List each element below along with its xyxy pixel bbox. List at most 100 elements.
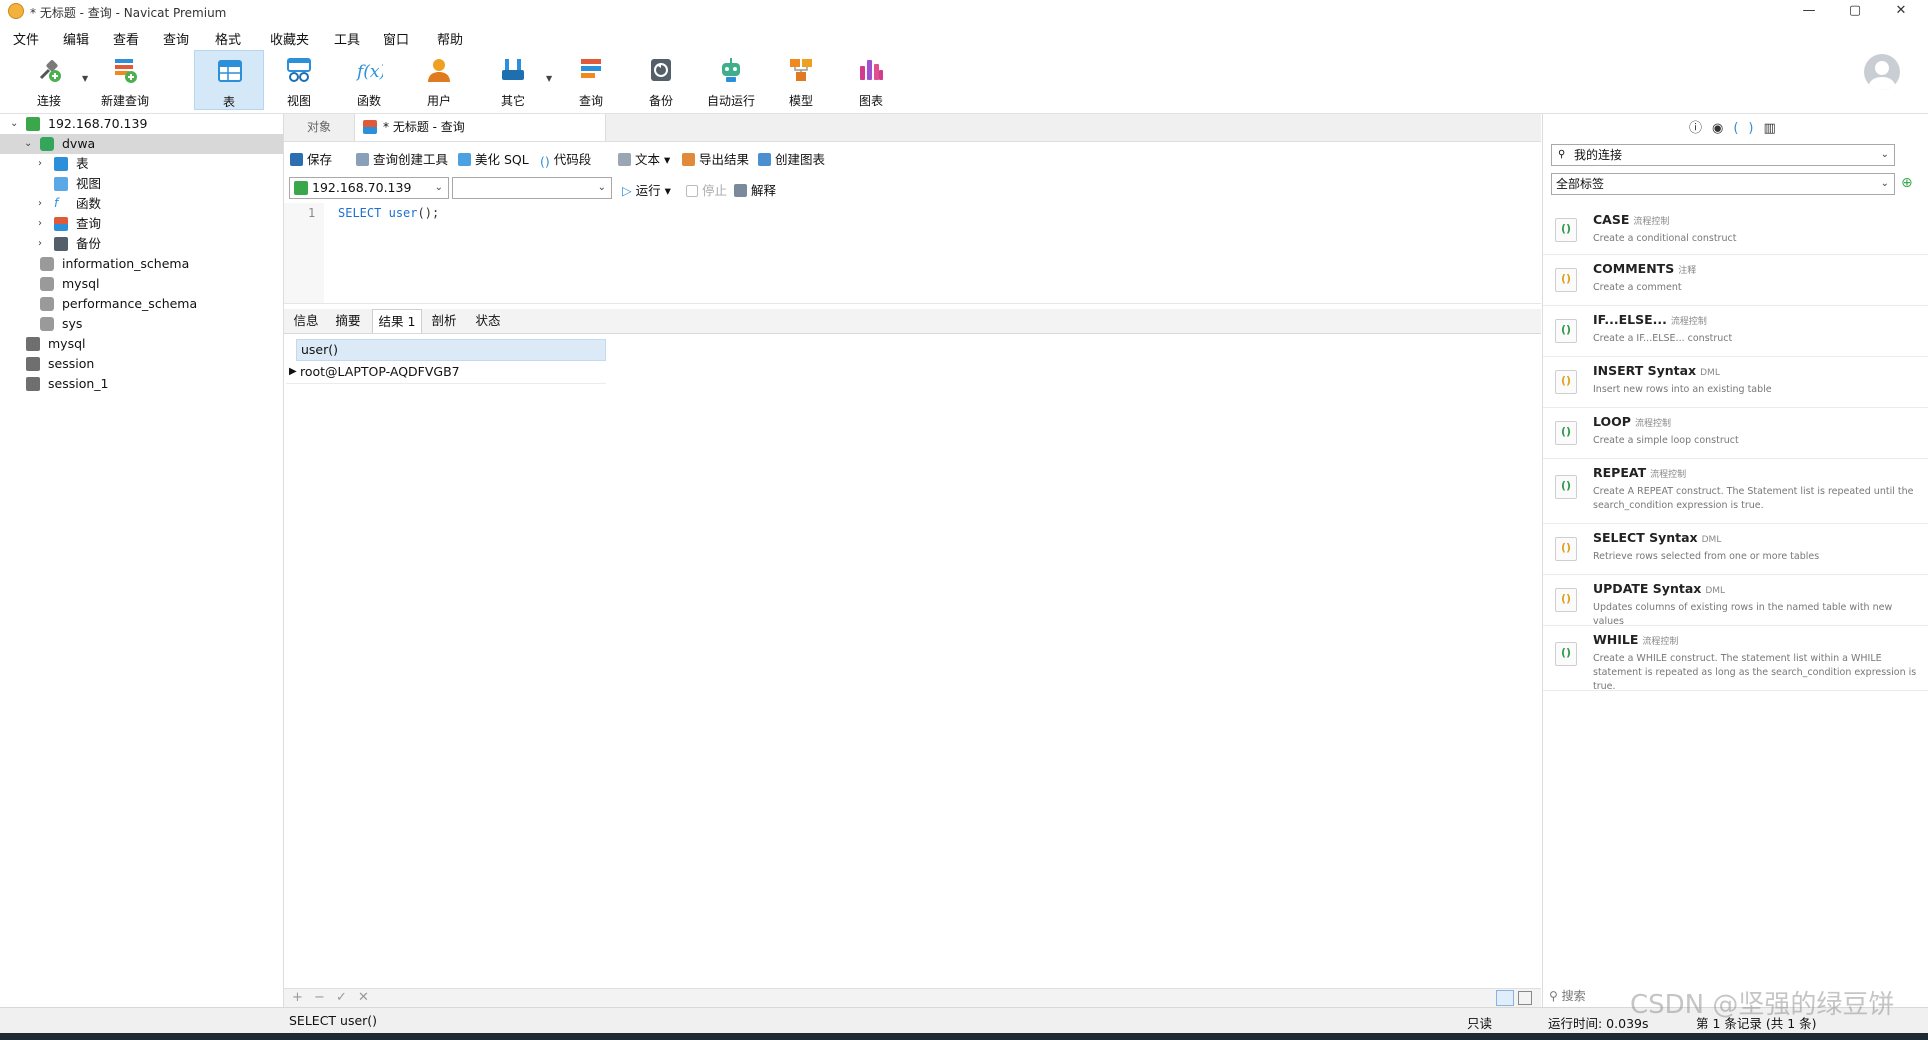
tree-label: 备份 <box>76 236 102 251</box>
minimize-button[interactable]: — <box>1786 0 1832 23</box>
menu-favorites[interactable]: 收藏夹 <box>270 29 309 48</box>
toolbar-function-button[interactable]: f(x) 函数 <box>334 50 404 110</box>
tree-db-dvwa[interactable]: ⌄ dvwa <box>0 134 283 154</box>
query-builder-button[interactable]: 查询创建工具 <box>356 149 448 168</box>
toolbar-model-button[interactable]: 模型 <box>766 50 836 110</box>
snippet-connection-select[interactable]: ⚲ 我的连接 ⌄ <box>1551 144 1895 166</box>
snippet-item-insert[interactable]: () INSERT Syntax DML Insert new rows into… <box>1543 357 1928 408</box>
snippet-tag-select[interactable]: 全部标签 ⌄ <box>1551 173 1895 195</box>
snippet-icon: () <box>1555 642 1577 666</box>
add-tag-icon[interactable]: ⊕ <box>1901 175 1913 191</box>
menu-query[interactable]: 查询 <box>163 29 189 48</box>
snippet-search[interactable]: ⚲ 搜索 <box>1549 987 1586 1004</box>
menu-format[interactable]: 格式 <box>215 29 241 48</box>
tree-connection-session[interactable]: session <box>0 354 283 374</box>
discard-button[interactable]: ✕ <box>358 990 369 1005</box>
tree-item-backups[interactable]: › 备份 <box>0 234 283 254</box>
tab-untitled-query[interactable]: * 无标题 - 查询 <box>354 114 606 141</box>
stop-button[interactable]: 停止 <box>686 180 727 199</box>
chevron-down-icon: ⌄ <box>1880 149 1889 160</box>
form-view-icon[interactable] <box>1518 991 1532 1005</box>
toolbar-new-query-button[interactable]: 新建查询 <box>90 50 160 110</box>
menu-view[interactable]: 查看 <box>113 29 139 48</box>
tree-db-sys[interactable]: sys <box>0 314 283 334</box>
beautify-sql-button[interactable]: 美化 SQL <box>458 149 529 168</box>
collapsed-chevron-icon[interactable]: › <box>38 154 42 174</box>
close-button[interactable]: ✕ <box>1878 0 1924 23</box>
tree-db-information-schema[interactable]: information_schema <box>0 254 283 274</box>
snippet-item-comments[interactable]: () COMMENTS 注释 Create a comment <box>1543 255 1928 306</box>
delete-row-button[interactable]: − <box>314 990 325 1005</box>
toolbar-user-button[interactable]: 用户 <box>404 50 474 110</box>
snippet-tag: 流程控制 <box>1634 419 1671 429</box>
user-avatar[interactable] <box>1864 54 1900 90</box>
sql-editor[interactable]: 1 SELECT user(); <box>284 203 1541 304</box>
connection-select[interactable]: 192.168.70.139 ⌄ <box>289 177 449 199</box>
other-dropdown-icon[interactable]: ▼ <box>546 74 552 83</box>
collapsed-chevron-icon[interactable]: › <box>38 214 42 234</box>
table-row[interactable]: ▶ root@LAPTOP-AQDFVGB7 <box>286 361 606 384</box>
toolbar-other-button[interactable]: 其它 <box>478 50 548 110</box>
grid-view-icon[interactable] <box>1496 990 1514 1006</box>
braces-icon[interactable]: () <box>1733 121 1763 136</box>
snippet-icon: () <box>1555 370 1577 394</box>
toolbar-backup-label: 备份 <box>648 94 673 108</box>
tab-info[interactable]: 信息 <box>288 309 324 333</box>
tree-connection-session-1[interactable]: session_1 <box>0 374 283 394</box>
columns-icon[interactable]: ▥ <box>1764 121 1786 136</box>
add-row-button[interactable]: + <box>292 990 303 1005</box>
tree-item-views[interactable]: 视图 <box>0 174 283 194</box>
snippet-item-while[interactable]: () WHILE 流程控制 Create a WHILE construct. T… <box>1543 626 1928 692</box>
menu-help[interactable]: 帮助 <box>437 29 463 48</box>
snippet-item-loop[interactable]: () LOOP 流程控制 Create a simple loop constru… <box>1543 408 1928 459</box>
explain-button[interactable]: 解释 <box>734 180 776 199</box>
toolbar-automation-button[interactable]: 自动运行 <box>696 50 766 110</box>
create-chart-button[interactable]: 创建图表 <box>758 149 825 168</box>
save-button[interactable]: 保存 <box>290 149 332 168</box>
toolbar-view-button[interactable]: 视图 <box>264 50 334 110</box>
preview-icon[interactable]: ◉ <box>1712 121 1733 136</box>
tab-status[interactable]: 状态 <box>466 309 510 333</box>
collapsed-chevron-icon[interactable]: › <box>38 234 42 254</box>
menu-tools[interactable]: 工具 <box>334 29 360 48</box>
export-results-button[interactable]: 导出结果 <box>682 149 749 168</box>
snippet-item-if-else[interactable]: () IF...ELSE... 流程控制 Create a IF...ELSE..… <box>1543 306 1928 357</box>
expanded-chevron-icon[interactable]: ⌄ <box>24 134 32 154</box>
menu-window[interactable]: 窗口 <box>383 29 409 48</box>
expanded-chevron-icon[interactable]: ⌄ <box>10 114 18 134</box>
tree-db-performance-schema[interactable]: performance_schema <box>0 294 283 314</box>
tab-result-1[interactable]: 结果 1 <box>372 309 422 333</box>
menu-edit[interactable]: 编辑 <box>63 29 89 48</box>
snippet-item-case[interactable]: () CASE 流程控制 Create a conditional constru… <box>1543 206 1928 255</box>
tree-connection-root[interactable]: ⌄ 192.168.70.139 <box>0 114 283 134</box>
toolbar-chart-button[interactable]: 图表 <box>836 50 906 110</box>
menu-file[interactable]: 文件 <box>13 29 39 48</box>
tab-profile[interactable]: 剖析 <box>424 309 464 333</box>
column-header-user[interactable]: user() <box>296 339 606 361</box>
toolbar-connect-button[interactable]: 连接 <box>14 50 84 110</box>
toolbar-backup-button[interactable]: 备份 <box>626 50 696 110</box>
tree-connection-mysql[interactable]: mysql <box>0 334 283 354</box>
tab-objects[interactable]: 对象 <box>284 114 354 141</box>
info-icon[interactable]: ⓘ <box>1689 121 1712 136</box>
query-icon <box>54 217 68 231</box>
database-select[interactable]: ⌄ <box>452 177 612 199</box>
toolbar-query-button[interactable]: 查询 <box>556 50 626 110</box>
maximize-button[interactable]: ▢ <box>1832 0 1878 23</box>
tree-db-mysql[interactable]: mysql <box>0 274 283 294</box>
tree-item-functions[interactable]: › f 函数 <box>0 194 283 214</box>
toolbar-table-button[interactable]: 表 <box>194 50 264 110</box>
tab-summary[interactable]: 摘要 <box>328 309 368 333</box>
collapsed-chevron-icon[interactable]: › <box>38 194 42 214</box>
text-button[interactable]: 文本 ▾ <box>618 149 670 168</box>
code-snippet-button[interactable]: () 代码段 <box>540 149 591 169</box>
snippet-item-repeat[interactable]: () REPEAT 流程控制 Create A REPEAT construct.… <box>1543 459 1928 524</box>
snippet-item-update[interactable]: () UPDATE Syntax DML Updates columns of e… <box>1543 575 1928 627</box>
tree-item-queries[interactable]: › 查询 <box>0 214 283 234</box>
cell-user[interactable]: root@LAPTOP-AQDFVGB7 <box>300 361 460 383</box>
run-button[interactable]: ▷ 运行 ▾ <box>622 180 671 199</box>
apply-button[interactable]: ✓ <box>336 990 347 1005</box>
connect-dropdown-icon[interactable]: ▼ <box>82 74 88 83</box>
snippet-item-select[interactable]: () SELECT Syntax DML Retrieve rows select… <box>1543 524 1928 575</box>
tree-item-tables[interactable]: › 表 <box>0 154 283 174</box>
